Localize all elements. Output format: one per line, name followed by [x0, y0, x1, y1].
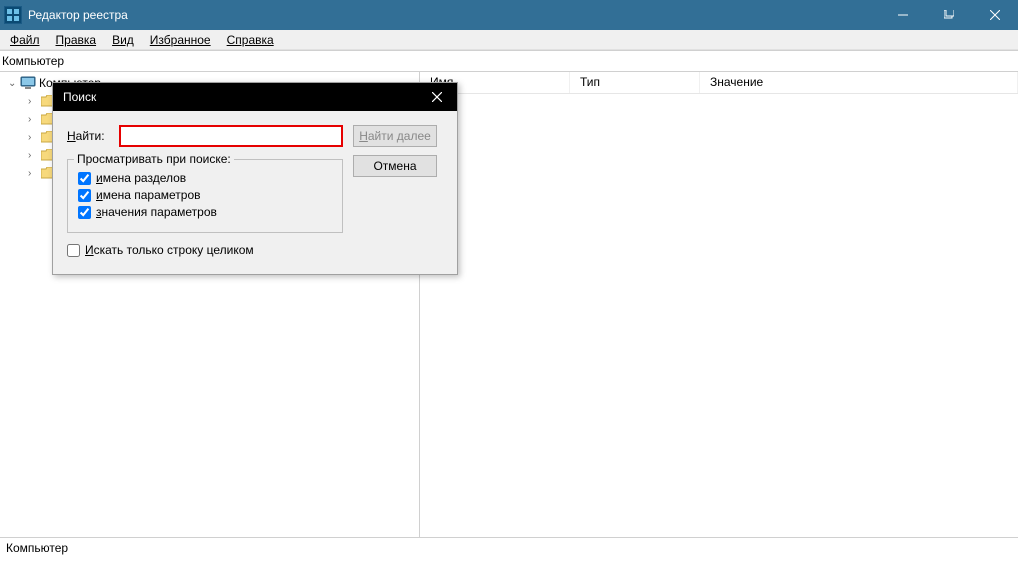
chevron-right-icon[interactable]	[28, 168, 40, 179]
app-icon	[4, 6, 22, 24]
cancel-button[interactable]: Отмена	[353, 155, 437, 177]
find-dialog-title: Поиск	[63, 90, 96, 104]
find-label: Найти:	[67, 129, 119, 143]
checkbox-data-row[interactable]: значения параметров	[78, 205, 332, 219]
chevron-right-icon[interactable]	[28, 96, 40, 107]
checkbox-keys-label: имена разделов	[96, 171, 186, 185]
column-value[interactable]: Значение	[700, 72, 1018, 93]
checkbox-values[interactable]	[78, 189, 91, 202]
menu-bar: Файл Правка Вид Избранное Справка	[0, 30, 1018, 50]
menu-edit[interactable]: Правка	[48, 31, 105, 49]
menu-help[interactable]: Справка	[219, 31, 282, 49]
checkbox-whole-string[interactable]	[67, 244, 80, 257]
address-path: Компьютер	[2, 54, 64, 68]
find-input[interactable]	[119, 125, 343, 147]
maximize-button[interactable]	[926, 0, 972, 30]
close-button[interactable]	[972, 0, 1018, 30]
menu-view[interactable]: Вид	[104, 31, 142, 49]
menu-file[interactable]: Файл	[2, 31, 48, 49]
checkbox-whole-row[interactable]: Искать только строку целиком	[67, 243, 343, 257]
chevron-right-icon[interactable]	[28, 114, 40, 125]
find-dialog-titlebar[interactable]: Поиск	[53, 83, 457, 111]
look-at-groupbox: Просматривать при поиске: имена разделов…	[67, 159, 343, 233]
checkbox-keys[interactable]	[78, 172, 91, 185]
find-dialog-close-button[interactable]	[417, 83, 457, 111]
checkbox-data-label: значения параметров	[96, 205, 217, 219]
chevron-right-icon[interactable]	[28, 132, 40, 143]
window-title: Редактор реестра	[28, 8, 880, 22]
column-type[interactable]: Тип	[570, 72, 700, 93]
status-text: Компьютер	[6, 541, 68, 555]
find-dialog: Поиск Найти: Просматривать при поиске: и…	[52, 82, 458, 275]
computer-icon	[20, 75, 36, 91]
checkbox-keys-row[interactable]: имена разделов	[78, 171, 332, 185]
list-header: Имя Тип Значение	[420, 72, 1018, 94]
window-titlebar: Редактор реестра	[0, 0, 1018, 30]
minimize-button[interactable]	[880, 0, 926, 30]
address-bar[interactable]: Компьютер	[0, 50, 1018, 72]
list-pane[interactable]: Имя Тип Значение	[420, 72, 1018, 537]
checkbox-values-row[interactable]: имена параметров	[78, 188, 332, 202]
look-at-title: Просматривать при поиске:	[74, 152, 234, 166]
find-next-button[interactable]: Найти далее	[353, 125, 437, 147]
status-bar: Компьютер	[0, 538, 1018, 561]
chevron-right-icon[interactable]	[28, 150, 40, 161]
menu-favorites[interactable]: Избранное	[142, 31, 219, 49]
checkbox-values-label: имена параметров	[96, 188, 201, 202]
chevron-down-icon[interactable]	[8, 78, 20, 89]
checkbox-data[interactable]	[78, 206, 91, 219]
checkbox-whole-label: Искать только строку целиком	[85, 243, 254, 257]
